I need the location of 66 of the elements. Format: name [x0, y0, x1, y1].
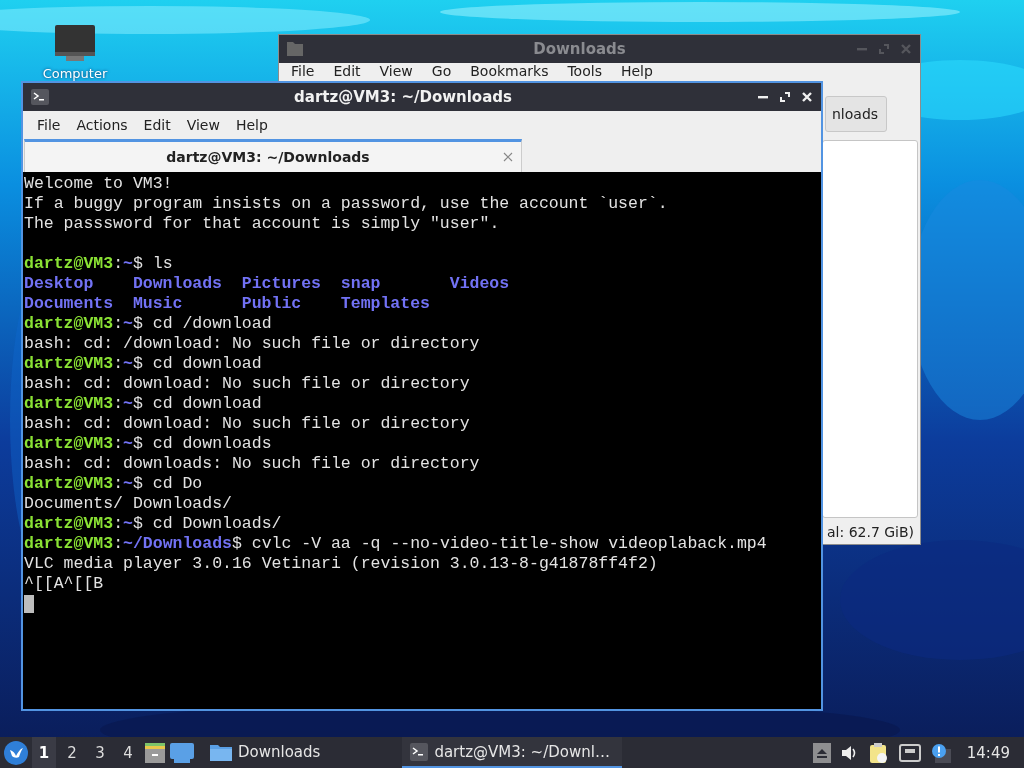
terminal-line: dartz@VM3:~$ cd download — [24, 394, 263, 414]
text-cursor — [24, 595, 34, 613]
terminal-line: dartz@VM3:~$ cd download — [24, 354, 263, 374]
menu-item[interactable]: Go — [423, 63, 463, 79]
folder-icon — [287, 42, 303, 56]
directory-name: Music — [132, 294, 184, 314]
menu-item[interactable]: Help — [227, 115, 276, 135]
terminal-line: VLC media player 3.0.16 Vetinari (revision 3.0.13-8-g41878ff4f2) — [24, 554, 659, 574]
maximize-icon[interactable] — [779, 91, 791, 103]
terminal-line: bash: cd: /download: No such file or directory — [24, 334, 481, 354]
folder-icon — [210, 742, 232, 761]
directory-name: Videos — [449, 274, 511, 294]
desktop-icon[interactable] — [170, 742, 194, 763]
menu-item[interactable]: Help — [612, 63, 664, 79]
eject-icon[interactable] — [812, 742, 831, 763]
terminal-line: dartz@VM3:~$ cd Do — [24, 474, 204, 494]
window-title: Downloads — [532, 40, 627, 58]
clipboard-icon[interactable] — [868, 741, 889, 764]
clock[interactable]: 14:49 — [966, 743, 1010, 762]
directory-name: Public — [241, 294, 303, 314]
workspace-button[interactable]: 1 — [32, 737, 56, 768]
terminal-line: dartz@VM3:~$ ls — [24, 254, 174, 274]
terminal-line: bash: cd: download: No such file or directory — [24, 374, 471, 394]
terminal-line: bash: cd: downloads: No such file or directory — [24, 454, 481, 474]
terminal-line: Welcome to VM3! — [24, 174, 174, 194]
network-icon[interactable] — [898, 743, 921, 762]
workspace-button[interactable]: 2 — [60, 737, 84, 768]
terminal-line: If a buggy program insists on a password, use the account `user`. — [24, 194, 669, 214]
app-menu-icon[interactable] — [4, 740, 28, 765]
directory-name: snap — [340, 274, 382, 294]
menu-item[interactable]: View — [178, 115, 228, 135]
terminal-line: The passsword for that account is simply "user". — [24, 214, 501, 234]
workspace-button[interactable]: 4 — [116, 737, 140, 768]
notification-icon[interactable] — [930, 742, 951, 763]
terminal-line: dartz@VM3:~$ cd Downloads/ — [24, 514, 283, 534]
directory-name: Templates — [340, 294, 431, 314]
file-cabinet-icon[interactable] — [144, 741, 166, 764]
workspace-button[interactable]: 3 — [88, 737, 112, 768]
menu-item[interactable]: Edit — [325, 63, 372, 79]
monitor-icon[interactable] — [54, 24, 96, 62]
status-text: al: 62.7 GiB) — [826, 524, 916, 540]
terminal-line: ^[[A^[[B — [24, 574, 105, 594]
menu-item[interactable]: View — [371, 63, 424, 79]
terminal-tab[interactable]: dartz@VM3: ~/Downloads — [24, 139, 522, 172]
terminal-screen[interactable] — [23, 172, 821, 709]
directory-name: Desktop — [24, 274, 95, 294]
menu-item[interactable]: Edit — [135, 115, 179, 135]
menu-item[interactable]: File — [283, 63, 326, 79]
terminal-line: dartz@VM3:~$ cd downloads — [24, 434, 273, 454]
directory-name: Pictures — [241, 274, 323, 294]
path-button[interactable]: nloads — [825, 96, 888, 132]
menu-item[interactable]: Actions — [68, 115, 136, 135]
terminal-line: Documents/ Downloads/ — [24, 494, 233, 514]
taskbar-task[interactable]: dartz@VM3: ~/Downl… — [402, 737, 623, 768]
taskbar-task[interactable]: Downloads — [202, 737, 329, 768]
window-title: dartz@VM3: ~/Downloads — [293, 88, 513, 106]
menu-item[interactable]: Tools — [559, 63, 613, 79]
terminal-line: dartz@VM3:~$ cd /download — [24, 314, 273, 334]
menu-item[interactable]: Bookmarks — [462, 63, 560, 79]
terminal-icon — [410, 742, 429, 761]
menu-item[interactable]: File — [29, 115, 69, 135]
terminal-icon — [31, 89, 49, 105]
directory-name: Documents — [24, 294, 115, 314]
terminal-line: bash: cd: download: No such file or directory — [24, 414, 471, 434]
terminal-line: dartz@VM3:~/Downloads$ cvlc -V aa -q --no-video-title-show videoplaback.mp4 — [24, 534, 768, 554]
directory-name: Downloads — [132, 274, 224, 294]
